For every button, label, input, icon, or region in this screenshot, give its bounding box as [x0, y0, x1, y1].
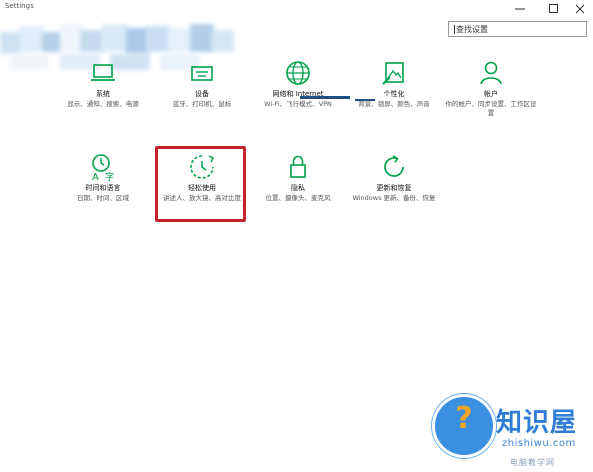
close-icon [575, 4, 585, 13]
tile-personalization[interactable]: 个性化 背景、锁屏、颜色、声音 [348, 58, 440, 109]
tile-privacy[interactable]: 隐私 位置、摄像头、麦克风 [252, 152, 344, 203]
minimize-button[interactable] [506, 0, 534, 17]
tile-network[interactable]: 网络和 Internet Wi-Fi、飞行模式、VPN [252, 58, 344, 109]
tile-devices[interactable]: 设备 蓝牙、打印机、鼠标 [156, 58, 248, 109]
tile-update-recovery[interactable]: 更新和恢复 Windows 更新、备份、恢复 [348, 152, 440, 203]
watermark-footer: 电脑教学网 [510, 458, 555, 467]
svg-text:字: 字 [105, 171, 114, 182]
highlight-box [155, 146, 246, 222]
person-icon [480, 61, 502, 85]
minimize-icon [515, 8, 525, 9]
keyboard-icon [191, 66, 213, 81]
search-input[interactable] [456, 22, 582, 36]
maximize-button[interactable] [540, 0, 568, 17]
tile-description: Windows 更新、备份、恢复 [352, 194, 436, 202]
svg-text:A: A [92, 172, 99, 182]
question-bubble-icon: ? [432, 394, 496, 458]
tile-time-language[interactable]: A 字 时间和语言 日期、时间、区域 [57, 152, 149, 203]
tile-title: 系统 [96, 90, 110, 98]
tile-title: 设备 [195, 90, 209, 98]
tile-title: 帐户 [484, 90, 498, 98]
tile-system[interactable]: 系统 显示、通知、搜索、电源 [57, 58, 149, 109]
window-title: Settings [5, 2, 34, 10]
paint-picture-icon [382, 62, 404, 85]
tile-description: 你的帐户、同步设置、工作区设置 [445, 100, 537, 117]
refresh-icon [384, 155, 404, 177]
close-button[interactable] [566, 0, 593, 17]
tile-description: 显示、通知、搜索、电源 [67, 100, 139, 108]
maximize-icon [549, 3, 558, 13]
globe-icon [286, 61, 310, 85]
tile-description: 位置、摄像头、麦克风 [265, 194, 331, 202]
lock-icon [290, 155, 306, 178]
text-caret [454, 25, 455, 34]
tile-title: 更新和恢复 [376, 184, 412, 192]
search-box[interactable] [448, 21, 587, 37]
site-watermark: ? 知识屋 zhishiwu.com 电脑教学网 [420, 384, 593, 472]
title-bar: Settings [0, 0, 593, 17]
tile-accounts[interactable]: 帐户 你的帐户、同步设置、工作区设置 [445, 58, 537, 118]
watermark-brand: 知识屋 [496, 408, 578, 438]
tile-description: Wi-Fi、飞行模式、VPN [264, 100, 332, 108]
tile-description: 蓝牙、打印机、鼠标 [172, 100, 232, 108]
watermark-url: zhishiwu.com [502, 438, 576, 449]
tile-description: 背景、锁屏、颜色、声音 [358, 100, 430, 108]
tile-title: 网络和 Internet [272, 90, 324, 98]
laptop-icon [91, 64, 115, 81]
tile-title: 时间和语言 [85, 184, 121, 192]
tile-description: 日期、时间、区域 [77, 194, 129, 202]
clock-language-icon: A 字 [92, 154, 114, 182]
tile-title: 隐私 [291, 184, 305, 192]
tile-title: 个性化 [383, 90, 405, 98]
